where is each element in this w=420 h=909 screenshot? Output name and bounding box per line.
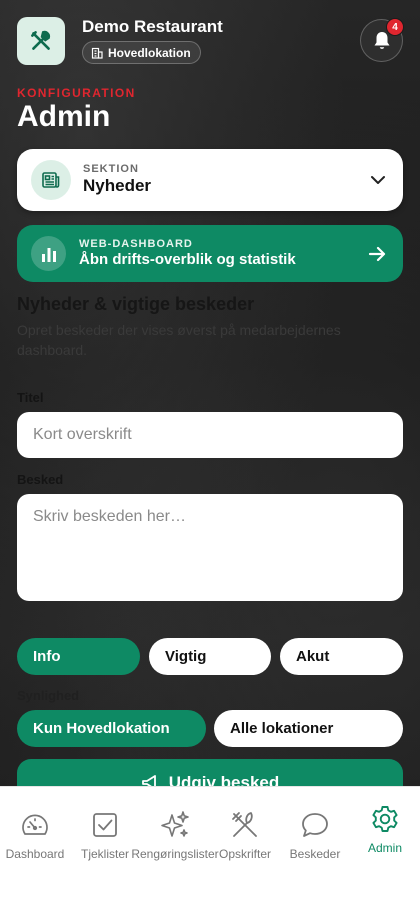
form-heading: Nyheder & vigtige beskeder [17,294,255,314]
message-label: Besked [17,472,64,487]
web-dashboard-link[interactable]: WEB-DASHBOARD Åbn drifts-overblik og sta… [17,225,403,282]
tab-opskrifter[interactable]: Opskrifter [210,787,280,867]
tab-label-rengoringslister: Rengøringslister [131,847,219,861]
location-only-main-button[interactable]: Kun Hovedlokation [17,710,206,747]
priority-info-button[interactable]: Info [17,638,140,675]
chevron-down-icon [371,176,385,184]
page-title: Admin [17,100,111,133]
utensils-icon [31,30,51,50]
arrow-right-icon [368,246,386,262]
gauge-icon [22,814,48,835]
utensils-icon [232,812,257,837]
restaurant-name: Demo Restaurant [82,17,223,36]
tab-tjeklister[interactable]: Tjeklister [70,787,140,867]
notification-badge: 4 [386,18,404,36]
tab-dashboard[interactable]: Dashboard [0,787,70,867]
tab-label-tjeklister: Tjeklister [80,847,129,861]
location-chip[interactable]: Hovedlokation [82,41,201,64]
location-label: Hovedlokation [108,45,191,60]
building-icon [91,47,103,59]
title-input[interactable] [17,412,403,458]
newspaper-icon [31,160,71,200]
tab-label-admin: Admin [367,841,402,855]
section-select[interactable]: SEKTION Nyheder [17,149,403,211]
location-all-button[interactable]: Alle lokationer [214,710,403,747]
page-eyebrow: KONFIGURATION [17,86,136,100]
tab-rengoringslister[interactable]: Rengøringslister [131,787,219,867]
sparkles-icon [161,811,189,837]
chat-bubble-icon [302,813,328,837]
section-eyebrow: SEKTION [83,163,139,175]
dashboard-eyebrow: WEB-DASHBOARD [79,238,193,250]
bottom-tab-bar: Dashboard Tjeklister Rengøringslister Op… [0,786,420,909]
form-description: Opret beskeder der vises øverst på medar… [17,322,341,358]
gear-icon [372,806,398,832]
visibility-label: Synlighed [17,688,80,703]
notifications-button[interactable]: 4 [360,18,404,62]
bar-chart-icon [31,236,66,271]
tab-admin[interactable]: Admin [350,787,420,867]
tab-label-opskrifter: Opskrifter [218,847,271,861]
message-textarea[interactable] [17,494,403,601]
tab-beskeder[interactable]: Beskeder [280,787,350,867]
section-value: Nyheder [83,176,152,195]
app-header: Demo Restaurant Hovedlokation 4 [17,17,404,65]
title-label: Titel [17,390,44,405]
tab-label-dashboard: Dashboard [5,847,65,861]
tab-label-beskeder: Beskeder [289,847,341,861]
checkbox-icon [93,813,117,837]
restaurant-logo[interactable] [17,17,65,65]
priority-akut-button[interactable]: Akut [280,638,403,675]
dashboard-title: Åbn drifts-overblik og statistik [79,251,296,268]
priority-vigtig-button[interactable]: Vigtig [149,638,271,675]
